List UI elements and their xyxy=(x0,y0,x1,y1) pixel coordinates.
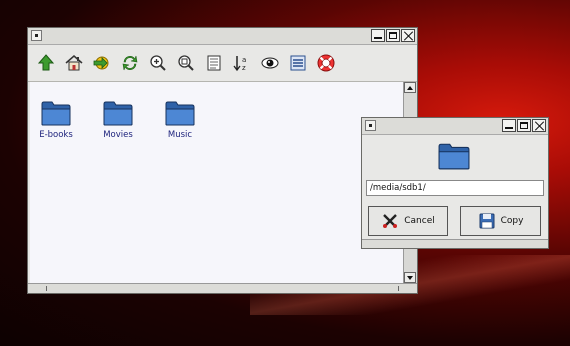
copy-label: Copy xyxy=(500,216,524,226)
details-button[interactable] xyxy=(286,52,309,75)
refresh-button[interactable] xyxy=(118,52,141,75)
zoom-fit-icon xyxy=(177,55,194,71)
dialog-maximize-button[interactable] xyxy=(517,119,531,132)
scroll-up-arrow[interactable] xyxy=(404,82,416,93)
view-icon xyxy=(207,55,220,71)
folder-item[interactable]: E-books xyxy=(33,100,79,140)
close-button[interactable] xyxy=(401,29,415,42)
dialog-resize-bar[interactable] xyxy=(362,239,548,248)
zoom-fit-button[interactable] xyxy=(174,52,197,75)
cancel-button[interactable]: Cancel xyxy=(368,206,448,236)
svg-text:z: z xyxy=(242,64,246,72)
sort-button[interactable]: az xyxy=(230,52,253,75)
folder-icon xyxy=(165,100,195,126)
maximize-button[interactable] xyxy=(386,29,400,42)
dialog-minimize-button[interactable] xyxy=(502,119,516,132)
up-button[interactable] xyxy=(34,52,57,75)
svg-text:a: a xyxy=(242,56,246,64)
folder-label: Music xyxy=(167,130,193,140)
eye-button[interactable] xyxy=(258,52,281,75)
help-button[interactable] xyxy=(314,52,337,75)
dialog-titlebar[interactable] xyxy=(362,118,548,135)
zoom-in-button[interactable] xyxy=(146,52,169,75)
window-resize-bar[interactable] xyxy=(28,283,417,293)
window-titlebar[interactable] xyxy=(28,28,417,45)
home-icon xyxy=(65,55,82,71)
minimize-button[interactable] xyxy=(371,29,385,42)
refresh-icon xyxy=(122,55,137,71)
folder-label: Movies xyxy=(103,130,133,140)
floppy-icon xyxy=(479,213,495,229)
sort-icon: az xyxy=(232,56,246,72)
details-icon xyxy=(290,55,305,71)
folder-label: E-books xyxy=(39,130,73,140)
dialog-close-button[interactable] xyxy=(532,119,546,132)
go-icon xyxy=(93,56,108,70)
window-menu-button[interactable] xyxy=(31,30,42,41)
up-icon xyxy=(37,54,54,71)
folder-icon xyxy=(103,100,133,126)
folder-item[interactable]: Movies xyxy=(95,100,141,140)
go-button[interactable] xyxy=(90,52,113,75)
folder-item[interactable]: Music xyxy=(157,100,203,140)
scroll-down-arrow[interactable] xyxy=(404,272,416,283)
folder-icon xyxy=(438,142,470,170)
folder-icon xyxy=(41,100,71,126)
zoom-in-icon xyxy=(149,55,166,71)
dialog-menu-button[interactable] xyxy=(365,120,376,131)
file-view[interactable]: E-books Movies Music xyxy=(30,82,403,283)
home-button[interactable] xyxy=(62,52,85,75)
copy-dialog: /media/sdb1/ Cancel Copy xyxy=(361,117,549,249)
filer-window: az E-books Movies Music xyxy=(27,27,418,294)
toolbar: az xyxy=(28,45,417,82)
view-button[interactable] xyxy=(202,52,225,75)
path-input[interactable]: /media/sdb1/ xyxy=(366,180,544,196)
help-icon xyxy=(317,54,334,72)
eye-icon xyxy=(261,57,278,69)
cancel-icon xyxy=(383,214,398,228)
cancel-label: Cancel xyxy=(404,216,435,226)
copy-button[interactable]: Copy xyxy=(460,206,541,236)
